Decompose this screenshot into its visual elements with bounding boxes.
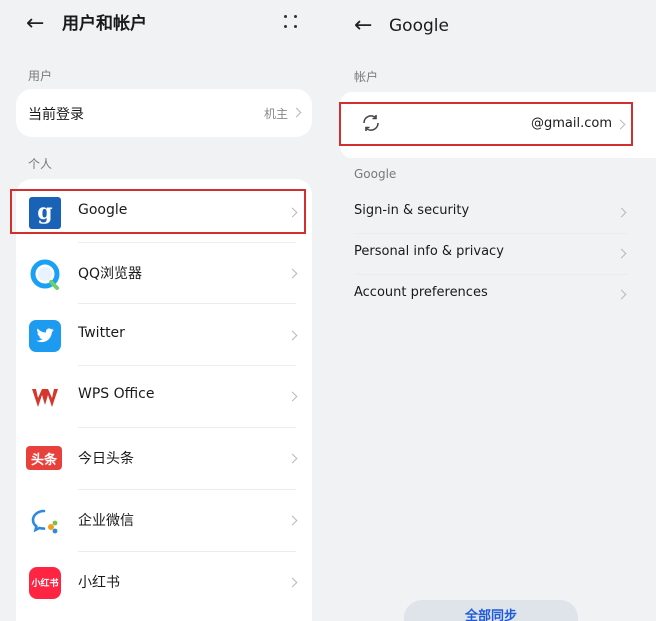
personal-section-label: 个人 [28, 157, 53, 171]
right-header: ← Google [328, 0, 656, 50]
chevron-right-icon [287, 577, 298, 588]
menu-item-label: Sign-in & security [354, 203, 470, 218]
google-highlight-box [10, 189, 306, 234]
account-label: Twitter [78, 325, 125, 341]
twitter-icon [29, 320, 61, 352]
personal-info-privacy-row[interactable]: Personal info & privacy [328, 233, 656, 273]
left-header: ← 用户和帐户 [0, 0, 328, 50]
chevron-right-icon [616, 289, 627, 300]
account-row-toutiao[interactable]: 头条 今日头条 [16, 428, 312, 488]
sync-all-label: 全部同步 [464, 609, 517, 621]
chevron-right-icon [616, 207, 627, 218]
more-options-icon[interactable] [282, 13, 300, 31]
account-label: WPS Office [78, 386, 155, 402]
account-highlight-box [339, 102, 633, 146]
google-account-panel: ← Google 帐户 @gmail.com Google Sign-in & … [328, 0, 656, 621]
account-label: 企业微信 [78, 513, 134, 529]
toutiao-icon: 头条 [26, 446, 62, 470]
back-arrow-icon[interactable]: ← [26, 12, 44, 36]
account-row-wecom[interactable]: 企业微信 [16, 490, 312, 550]
xiaohongshu-icon: 小红书 [29, 567, 61, 599]
wps-office-icon [29, 381, 61, 413]
accounts-panel: ← 用户和帐户 用户 当前登录 机主 个人 g Google QQ浏览器 Twi… [0, 0, 328, 621]
menu-item-label: Account preferences [354, 285, 488, 300]
page-title: Google [389, 16, 449, 36]
chevron-right-icon [287, 391, 298, 402]
chevron-right-icon [287, 453, 298, 464]
account-label: 今日头条 [78, 451, 134, 467]
chevron-right-icon [291, 107, 302, 118]
account-preferences-row[interactable]: Account preferences [328, 274, 656, 314]
menu-item-label: Personal info & privacy [354, 244, 504, 259]
accounts-list: g Google QQ浏览器 Twitter WPS Office 头条 今日头… [16, 179, 312, 621]
current-login-value: 机主 [263, 107, 288, 121]
account-row-wps-office[interactable]: WPS Office [16, 366, 312, 426]
account-row-xiaohongshu[interactable]: 小红书 小红书 [16, 552, 312, 612]
wecom-icon [29, 505, 61, 537]
current-login-label: 当前登录 [28, 107, 84, 123]
qq-browser-icon [29, 258, 61, 290]
current-login-row[interactable]: 当前登录 机主 [16, 89, 312, 137]
chevron-right-icon [287, 268, 298, 279]
account-row-twitter[interactable]: Twitter [16, 305, 312, 365]
back-arrow-icon[interactable]: ← [354, 14, 372, 38]
page-title: 用户和帐户 [62, 14, 147, 34]
account-label: QQ浏览器 [78, 266, 143, 282]
account-label: 小红书 [78, 575, 120, 591]
account-row-qq-browser[interactable]: QQ浏览器 [16, 243, 312, 303]
sync-all-button[interactable]: 全部同步 [404, 600, 578, 621]
user-section-label: 用户 [28, 69, 53, 83]
google-section-label: Google [354, 167, 397, 181]
chevron-right-icon [287, 515, 298, 526]
chevron-right-icon [616, 248, 627, 259]
chevron-right-icon [287, 330, 298, 341]
divider [78, 303, 296, 304]
sign-in-security-row[interactable]: Sign-in & security [328, 192, 656, 232]
account-section-label: 帐户 [354, 70, 379, 84]
